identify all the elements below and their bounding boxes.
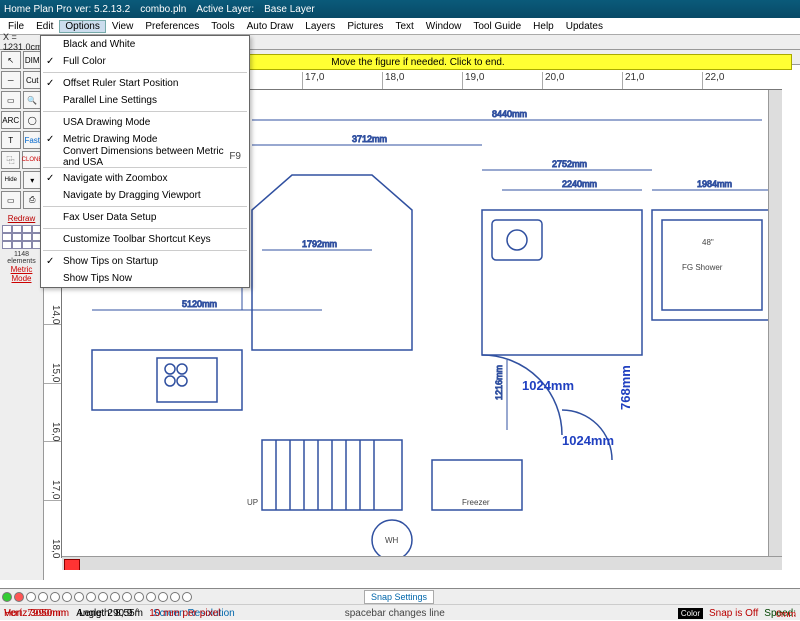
tool-view-icon[interactable]: ▭ [1,191,21,209]
color-button[interactable]: Color [678,608,703,619]
active-layer-value: Base Layer [264,4,315,15]
metric-mode-link[interactable]: Metric Mode [0,265,43,283]
menu-item-tips-startup[interactable]: Show Tips on Startup [41,253,249,270]
menu-bar[interactable]: File Edit Options View Preferences Tools… [0,18,800,35]
menu-window[interactable]: Window [420,20,468,33]
snap-dot-icon[interactable] [14,592,24,602]
tool-pointer-icon[interactable]: ↖ [1,51,21,69]
menu-item-zoombox[interactable]: Navigate with Zoombox [41,170,249,187]
tool-rect-icon[interactable]: ▭ [1,91,21,109]
tool-clone2-icon[interactable]: CLONE [22,151,42,169]
menu-item-convert-dims[interactable]: Convert Dimensions between Metric and US… [41,148,249,165]
snap-dot-icon[interactable] [26,592,36,602]
svg-text:1024mm: 1024mm [522,378,574,393]
menu-item-full-color[interactable]: Full Color [41,53,249,70]
svg-text:WH: WH [385,536,399,545]
svg-text:5120mm: 5120mm [182,299,217,309]
left-toolbox: ↖DIM ─Cut ▭🔍 ARC◯ TFast ⿻CLONE Hide▾ ▭⎙ … [0,50,44,580]
svg-text:2752mm: 2752mm [552,159,587,169]
menu-separator [43,250,247,251]
svg-text:3712mm: 3712mm [352,134,387,144]
status-vert: Vert.:7990mm [4,608,66,619]
svg-text:1984mm: 1984mm [697,179,732,189]
scrollbar-horizontal[interactable] [62,556,782,570]
menu-preferences[interactable]: Preferences [139,20,205,33]
menu-edit[interactable]: Edit [30,20,59,33]
snap-dots-row[interactable]: Snap Settings [0,589,800,605]
menu-text[interactable]: Text [389,20,419,33]
menu-layers[interactable]: Layers [299,20,341,33]
tool-text-icon[interactable]: T [1,131,21,149]
svg-text:768mm: 768mm [618,365,633,410]
menu-item-tips-now[interactable]: Show Tips Now [41,270,249,287]
menu-item-usa-mode[interactable]: USA Drawing Mode [41,114,249,131]
svg-text:1024mm: 1024mm [562,433,614,448]
svg-text:48": 48" [702,238,714,247]
scrollbar-vertical[interactable] [768,90,782,556]
element-count: 1148 elements [0,251,43,265]
redraw-link[interactable]: Redraw [0,214,43,223]
tool-line-icon[interactable]: ─ [1,71,21,89]
menu-separator [43,111,247,112]
menu-pictures[interactable]: Pictures [341,20,389,33]
svg-text:UP: UP [247,498,258,507]
svg-text:1792mm: 1792mm [302,239,337,249]
status-spacebar-hint: spacebar changes line [345,608,445,619]
snap-settings-button[interactable]: Snap Settings [364,590,434,604]
menu-separator [43,206,247,207]
menu-separator [43,72,247,73]
window-titlebar: Home Plan Pro ver: 5.2.13.2 combo.pln Ac… [0,0,800,18]
menu-item-offset-ruler[interactable]: Offset Ruler Start Position [41,75,249,92]
tool-clone-icon[interactable]: ⿻ [1,151,20,169]
app-title: Home Plan Pro ver: 5.2.13.2 [4,4,130,15]
status-bar: Snap Settings Horiz:3050mm Length: 8,55m… [0,588,800,620]
svg-text:1216mm: 1216mm [494,365,504,400]
menu-separator [43,228,247,229]
snap-state: Snap is Off [709,608,758,619]
menu-tool-guide[interactable]: Tool Guide [467,20,527,33]
options-dropdown[interactable]: Black and White Full Color Offset Ruler … [40,35,250,288]
svg-text:Freezer: Freezer [462,498,490,507]
menu-item-parallel-line[interactable]: Parallel Line Settings [41,92,249,109]
menu-item-bw[interactable]: Black and White [41,36,249,53]
color-palette[interactable] [2,225,42,249]
svg-text:8440mm: 8440mm [492,109,527,119]
menu-item-customize-toolbar[interactable]: Customize Toolbar Shortcut Keys [41,231,249,248]
svg-text:2240mm: 2240mm [562,179,597,189]
snap-dot-icon[interactable] [2,592,12,602]
tool-arc-icon[interactable]: ARC [1,111,21,129]
menu-options[interactable]: Options [59,20,105,33]
menu-item-fax-setup[interactable]: Fax User Data Setup [41,209,249,226]
tool-hide-icon[interactable]: Hide [1,171,21,189]
menu-auto-draw[interactable]: Auto Draw [241,20,300,33]
active-layer-label: Active Layer: [196,4,254,15]
svg-text:FG Shower: FG Shower [682,263,723,272]
menu-item-drag-viewport[interactable]: Navigate by Dragging Viewport [41,187,249,204]
menu-updates[interactable]: Updates [560,20,609,33]
menu-tools[interactable]: Tools [205,20,240,33]
document-title: combo.pln [140,4,186,15]
menu-view[interactable]: View [106,20,140,33]
menu-file[interactable]: File [2,20,30,33]
menu-help[interactable]: Help [527,20,560,33]
